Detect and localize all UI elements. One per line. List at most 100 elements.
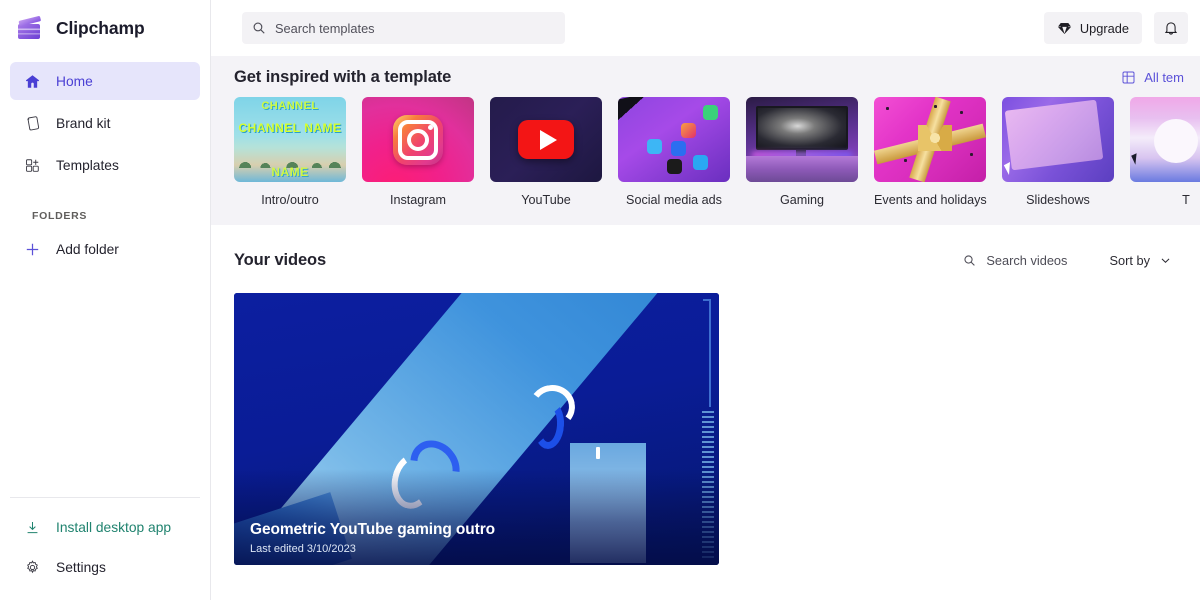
template-card-label: Instagram bbox=[390, 193, 446, 207]
search-icon bbox=[963, 254, 976, 267]
your-videos-title: Your videos bbox=[234, 251, 327, 269]
template-card-youtube[interactable]: YouTube bbox=[490, 97, 602, 207]
topbar: Search templates Upgrade bbox=[211, 0, 1200, 56]
sort-by-dropdown[interactable]: Sort by bbox=[1109, 253, 1172, 268]
sort-by-label: Sort by bbox=[1109, 253, 1150, 268]
brand[interactable]: Clipchamp bbox=[0, 0, 210, 56]
folders-section-label: FOLDERS bbox=[32, 210, 88, 222]
install-desktop-app-button[interactable]: Install desktop app bbox=[10, 508, 200, 546]
template-card-instagram[interactable]: Instagram bbox=[362, 97, 474, 207]
intro-text-line-1: CHANNEL bbox=[261, 100, 319, 112]
desk-decor bbox=[746, 156, 858, 182]
template-thumbnail bbox=[746, 97, 858, 182]
template-section-title: Get inspired with a template bbox=[234, 68, 452, 86]
template-thumbnail bbox=[362, 97, 474, 182]
install-desktop-app-label: Install desktop app bbox=[56, 519, 172, 535]
template-card-events-holidays[interactable]: Events and holidays bbox=[874, 97, 987, 207]
template-card-intro-outro[interactable]: CHANNEL CHANNEL NAME NAME Intro/outro bbox=[234, 97, 346, 207]
sidebar-nav: Home Brand kit Templates FOLDERS Add fol… bbox=[0, 56, 210, 272]
brand-name: Clipchamp bbox=[56, 17, 145, 38]
instagram-icon bbox=[393, 114, 443, 165]
template-thumbnail bbox=[874, 97, 986, 182]
template-card-label: YouTube bbox=[521, 193, 571, 207]
search-videos-placeholder: Search videos bbox=[986, 253, 1068, 268]
brand-kit-icon bbox=[22, 113, 42, 133]
clapperboard-icon bbox=[16, 14, 46, 42]
template-thumbnail bbox=[490, 97, 602, 182]
bracket-decor bbox=[703, 299, 711, 407]
upgrade-label: Upgrade bbox=[1079, 20, 1129, 36]
sidebar-item-templates[interactable]: Templates bbox=[10, 146, 200, 184]
video-caption: Geometric YouTube gaming outro Last edit… bbox=[250, 521, 495, 555]
your-videos-header: Your videos Search videos Sort by bbox=[211, 225, 1200, 270]
app-icon-tiktok bbox=[667, 159, 682, 174]
tick-decor bbox=[596, 447, 600, 459]
template-card-label: T bbox=[1182, 193, 1190, 207]
template-section-header: Get inspired with a template All tem bbox=[211, 56, 1200, 97]
intro-text-line-2: CHANNEL NAME bbox=[238, 121, 342, 135]
sidebar: Clipchamp Home Brand kit Templates FOLDE… bbox=[0, 0, 211, 600]
app-icon-facebook bbox=[671, 141, 686, 156]
home-icon bbox=[22, 71, 42, 91]
template-card-gaming[interactable]: Gaming bbox=[746, 97, 858, 207]
notifications-button[interactable] bbox=[1154, 12, 1188, 44]
app-icon-messenger bbox=[647, 139, 662, 154]
gear-icon bbox=[22, 557, 42, 577]
template-card-social-media-ads[interactable]: Social media ads bbox=[618, 97, 730, 207]
app-icon-whatsapp bbox=[703, 105, 718, 120]
sidebar-item-label: Home bbox=[56, 73, 93, 89]
sidebar-bottom: Install desktop app Settings bbox=[0, 497, 210, 600]
search-templates-input[interactable]: Search templates bbox=[242, 12, 565, 44]
template-card-label: Events and holidays bbox=[874, 193, 987, 207]
sidebar-item-label: Templates bbox=[56, 157, 119, 173]
template-carousel-section: Get inspired with a template All tem CHA… bbox=[211, 56, 1200, 225]
template-thumbnail bbox=[618, 97, 730, 182]
upgrade-button[interactable]: Upgrade bbox=[1043, 12, 1142, 44]
cursor-icon bbox=[1131, 153, 1141, 165]
template-thumbnail bbox=[1002, 97, 1114, 182]
bell-icon bbox=[1163, 20, 1179, 36]
search-videos-input[interactable]: Search videos bbox=[963, 253, 1067, 268]
app-icon-instagram bbox=[681, 123, 696, 138]
youtube-play-icon bbox=[518, 120, 574, 159]
template-card-label: Social media ads bbox=[626, 193, 722, 207]
template-card-slideshows[interactable]: Slideshows bbox=[1002, 97, 1114, 207]
add-folder-button[interactable]: Add folder bbox=[10, 230, 200, 268]
template-thumbnail bbox=[1130, 97, 1200, 182]
plus-icon bbox=[22, 239, 42, 259]
gift-bow bbox=[918, 125, 952, 151]
video-card[interactable]: Geometric YouTube gaming outro Last edit… bbox=[234, 293, 719, 565]
sidebar-item-brand-kit[interactable]: Brand kit bbox=[10, 104, 200, 142]
sidebar-item-label: Brand kit bbox=[56, 115, 111, 131]
template-thumbnail: CHANNEL CHANNEL NAME NAME bbox=[234, 97, 346, 182]
add-folder-label: Add folder bbox=[56, 241, 119, 257]
all-templates-link[interactable]: All tem bbox=[1121, 70, 1184, 85]
search-templates-placeholder: Search templates bbox=[275, 20, 375, 36]
all-templates-label: All tem bbox=[1144, 70, 1184, 85]
settings-label: Settings bbox=[56, 559, 106, 575]
diamond-icon bbox=[1057, 21, 1072, 36]
download-icon bbox=[22, 517, 42, 537]
video-last-edited: Last edited 3/10/2023 bbox=[250, 543, 356, 555]
clipchamp-app: Clipchamp Home Brand kit Templates FOLDE… bbox=[0, 0, 1200, 600]
monitor-decor bbox=[756, 106, 848, 150]
app-icon-twitter bbox=[693, 155, 708, 170]
template-card-text-titles[interactable]: T bbox=[1130, 97, 1200, 207]
chevron-down-icon bbox=[1159, 254, 1172, 267]
settings-button[interactable]: Settings bbox=[10, 548, 200, 586]
circle-decor bbox=[1154, 119, 1198, 163]
template-card-label: Intro/outro bbox=[261, 193, 319, 207]
template-card-row[interactable]: CHANNEL CHANNEL NAME NAME Intro/outro In… bbox=[211, 97, 1200, 207]
video-grid: Geometric YouTube gaming outro Last edit… bbox=[211, 270, 1200, 565]
sidebar-item-home[interactable]: Home bbox=[10, 62, 200, 100]
intro-text-line-3: NAME bbox=[271, 165, 309, 179]
template-card-label: Slideshows bbox=[1026, 193, 1090, 207]
video-title: Geometric YouTube gaming outro bbox=[250, 521, 496, 538]
template-card-label: Gaming bbox=[779, 193, 825, 207]
grid-icon bbox=[1121, 70, 1136, 85]
sidebar-divider bbox=[10, 497, 200, 498]
templates-grid-icon bbox=[22, 155, 42, 175]
search-icon bbox=[252, 21, 266, 35]
slide-sheet-decor bbox=[1004, 99, 1104, 171]
